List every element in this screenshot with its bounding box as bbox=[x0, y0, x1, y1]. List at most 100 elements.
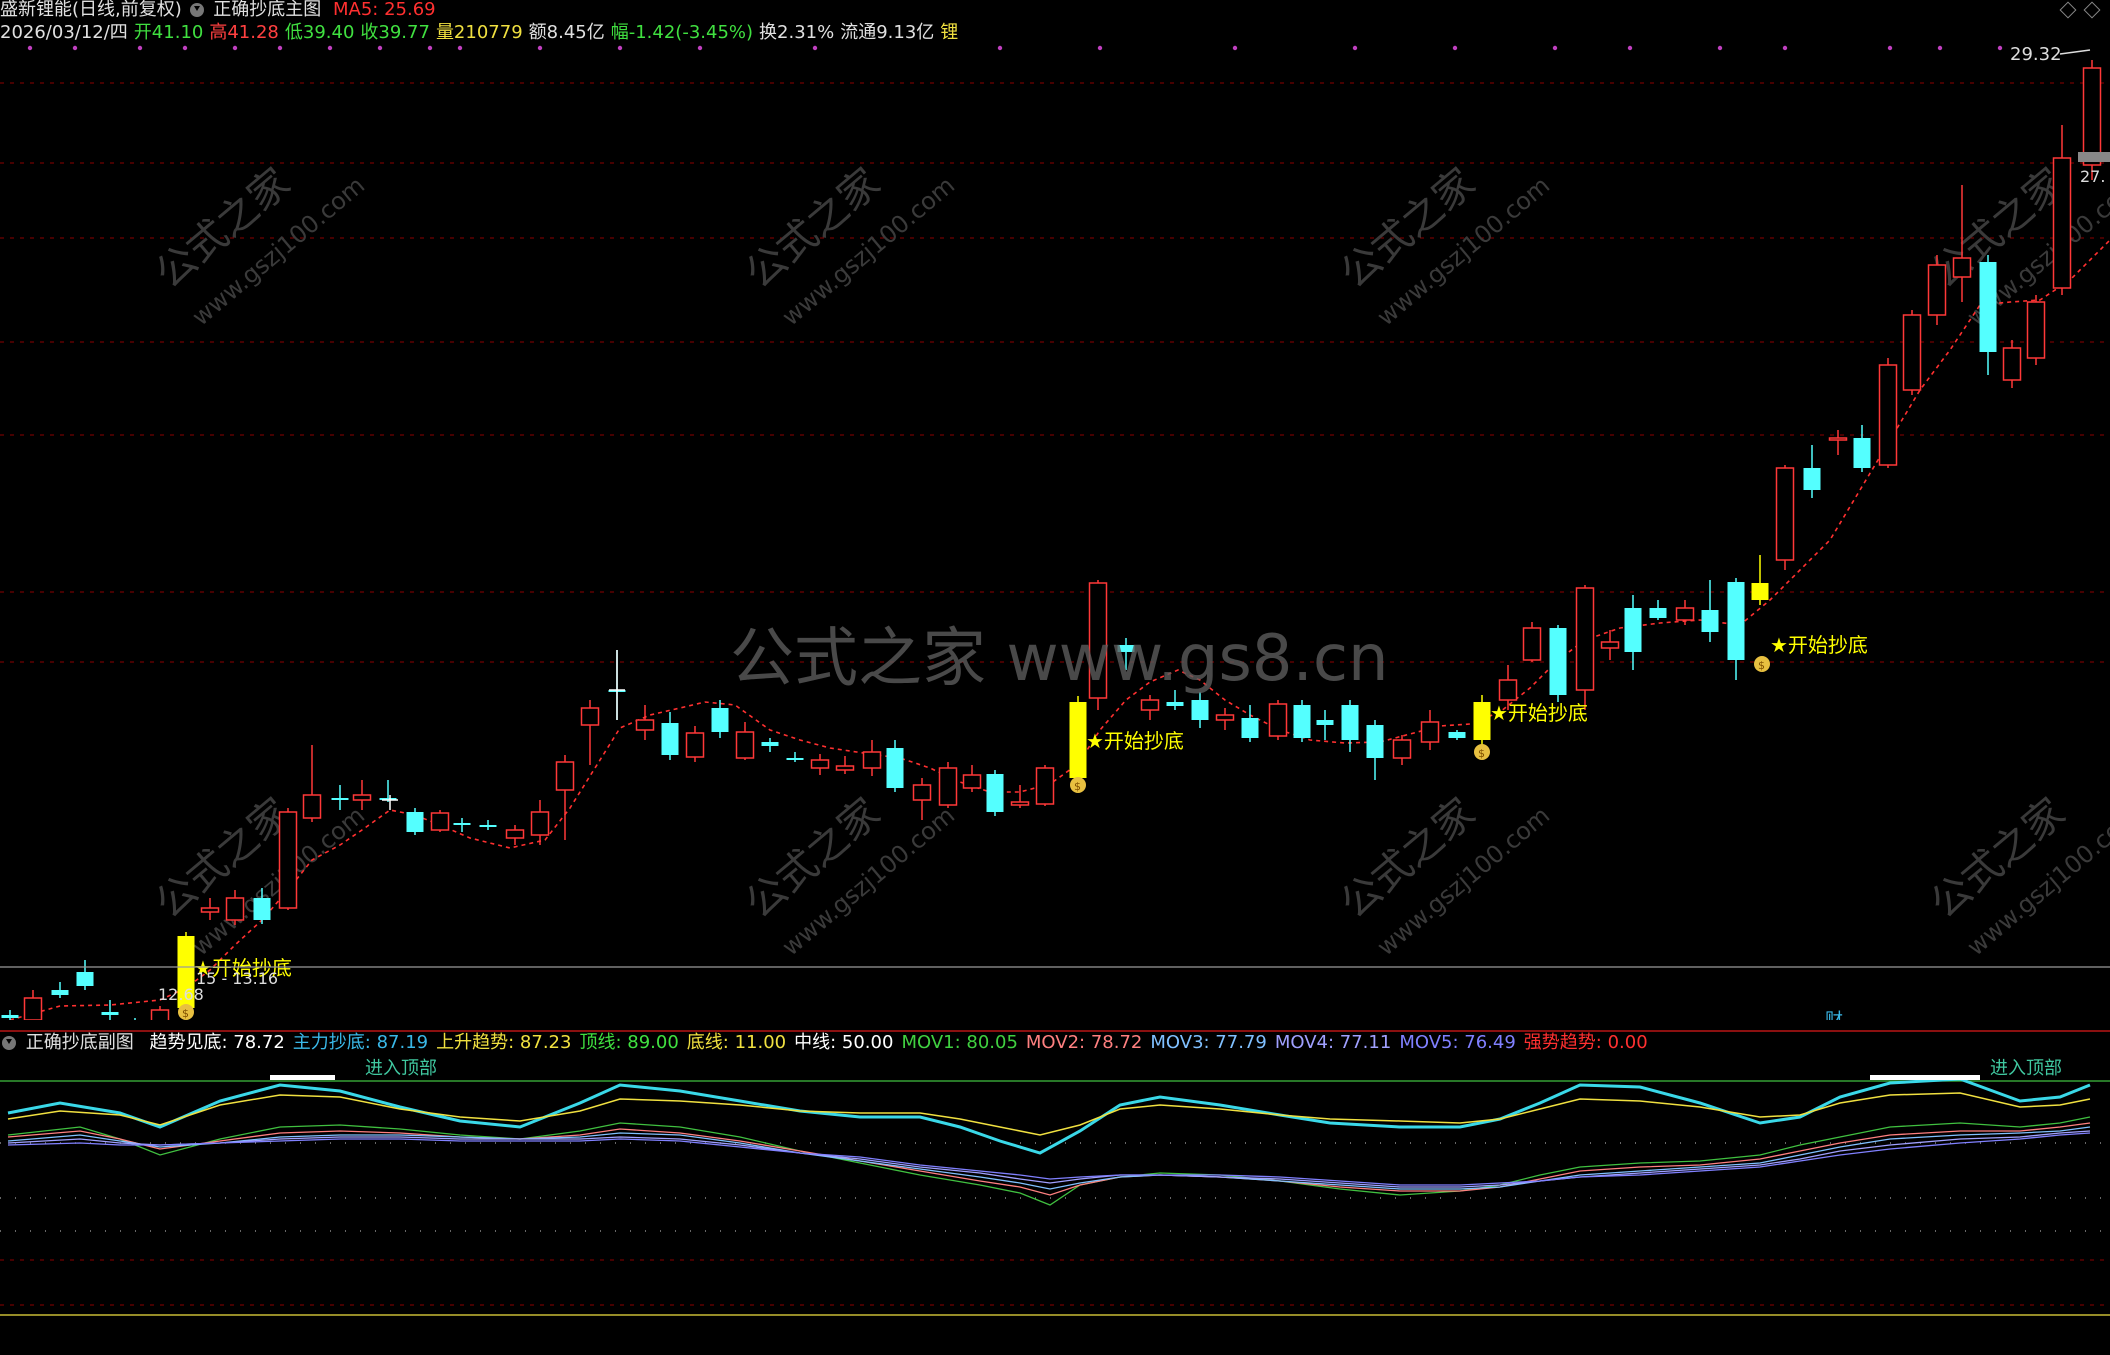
candle[interactable] bbox=[1624, 595, 1642, 670]
doji-candle[interactable] bbox=[609, 650, 625, 720]
event-dot[interactable] bbox=[1782, 45, 1788, 51]
event-dot[interactable] bbox=[327, 45, 333, 51]
main-indicator-name[interactable]: 正确抄底主图 bbox=[213, 0, 321, 20]
candle[interactable] bbox=[786, 752, 804, 762]
candle[interactable] bbox=[810, 754, 830, 775]
candle[interactable] bbox=[711, 700, 729, 738]
candle[interactable] bbox=[635, 705, 655, 740]
main-price-chart[interactable]: 公式之家www.gszj100.com 公式之家www.gszj100.com … bbox=[0, 40, 2110, 1020]
dropdown-icon[interactable] bbox=[2, 1036, 16, 1050]
candle[interactable] bbox=[1600, 630, 1620, 660]
event-dot[interactable] bbox=[377, 45, 383, 51]
candle[interactable] bbox=[379, 780, 397, 802]
event-dot[interactable] bbox=[427, 45, 433, 51]
price-cursor[interactable] bbox=[2078, 152, 2110, 162]
event-dot[interactable] bbox=[182, 45, 188, 51]
candle[interactable] bbox=[1473, 695, 1491, 745]
candle[interactable] bbox=[1701, 580, 1719, 642]
event-dot[interactable] bbox=[232, 45, 238, 51]
candle[interactable] bbox=[1448, 730, 1466, 740]
buy-signal[interactable]: $ ★开始抄底 bbox=[1754, 633, 1868, 672]
diamond-icon[interactable] bbox=[2059, 1, 2077, 19]
candle[interactable] bbox=[835, 756, 855, 774]
candle[interactable] bbox=[2052, 125, 2072, 295]
candle[interactable] bbox=[1803, 445, 1821, 498]
event-dot[interactable] bbox=[1937, 45, 1943, 51]
candle[interactable] bbox=[1775, 465, 1795, 570]
candle[interactable] bbox=[2002, 340, 2022, 388]
candle[interactable] bbox=[661, 712, 679, 760]
candle[interactable] bbox=[1392, 735, 1412, 765]
buy-signal[interactable]: $ ★开始抄底 bbox=[1474, 701, 1588, 760]
candle[interactable] bbox=[1341, 700, 1359, 752]
event-dot[interactable] bbox=[1997, 45, 2003, 51]
candle[interactable] bbox=[2026, 295, 2046, 365]
candle[interactable] bbox=[761, 738, 779, 752]
candle[interactable] bbox=[479, 820, 497, 830]
dropdown-icon[interactable] bbox=[189, 3, 204, 17]
candle[interactable] bbox=[150, 1006, 170, 1020]
event-dot[interactable] bbox=[457, 45, 463, 51]
candle[interactable] bbox=[1268, 700, 1288, 740]
candle[interactable] bbox=[555, 755, 575, 840]
candle[interactable] bbox=[1215, 708, 1235, 730]
candle[interactable] bbox=[938, 762, 958, 808]
event-dot[interactable] bbox=[617, 45, 623, 51]
candle[interactable] bbox=[76, 960, 94, 990]
candle[interactable] bbox=[51, 982, 69, 998]
event-dot[interactable] bbox=[277, 45, 283, 51]
candle[interactable] bbox=[580, 700, 600, 765]
candle[interactable] bbox=[1293, 700, 1311, 742]
candle[interactable] bbox=[1902, 310, 1922, 395]
candle[interactable] bbox=[1069, 696, 1087, 788]
candle[interactable] bbox=[278, 808, 298, 910]
candle[interactable] bbox=[1, 1010, 19, 1020]
event-dot[interactable] bbox=[1452, 45, 1458, 51]
candle[interactable] bbox=[352, 780, 372, 810]
candle[interactable] bbox=[505, 825, 525, 845]
event-dot[interactable] bbox=[1627, 45, 1633, 51]
candle[interactable] bbox=[735, 722, 755, 760]
event-dot[interactable] bbox=[1097, 45, 1103, 51]
candle[interactable] bbox=[685, 726, 705, 762]
event-dot[interactable] bbox=[997, 45, 1003, 51]
candle[interactable] bbox=[1649, 600, 1667, 620]
candle[interactable] bbox=[453, 818, 471, 832]
candle[interactable] bbox=[1927, 255, 1947, 325]
candle[interactable] bbox=[1878, 358, 1898, 468]
event-dot[interactable] bbox=[537, 45, 543, 51]
candle[interactable] bbox=[1575, 585, 1595, 710]
candle[interactable] bbox=[1366, 720, 1384, 780]
doji-candle[interactable] bbox=[382, 795, 398, 810]
event-dot[interactable] bbox=[1232, 45, 1238, 51]
candle[interactable] bbox=[1140, 695, 1160, 720]
candle[interactable] bbox=[406, 808, 424, 835]
candle[interactable] bbox=[862, 740, 882, 776]
candle[interactable] bbox=[1727, 578, 1745, 680]
sub-indicator-chart[interactable]: 进入顶部 进入顶部 bbox=[0, 1055, 2110, 1355]
event-dot[interactable] bbox=[1352, 45, 1358, 51]
event-dot[interactable] bbox=[137, 45, 143, 51]
candle[interactable] bbox=[886, 740, 904, 792]
candle[interactable] bbox=[1979, 255, 1997, 375]
event-dot[interactable] bbox=[812, 45, 818, 51]
candle[interactable] bbox=[1420, 710, 1440, 750]
stock-title[interactable]: 盛新锂能(日线,前复权) bbox=[0, 0, 182, 20]
candle[interactable] bbox=[302, 745, 322, 822]
candle[interactable] bbox=[1828, 430, 1848, 455]
candle[interactable] bbox=[1191, 692, 1209, 728]
candle[interactable] bbox=[101, 1000, 119, 1020]
candle[interactable] bbox=[430, 810, 450, 832]
candle[interactable] bbox=[1549, 625, 1567, 702]
event-dot[interactable] bbox=[27, 45, 33, 51]
candle[interactable] bbox=[1522, 622, 1542, 662]
candle[interactable] bbox=[1316, 710, 1334, 740]
candle[interactable] bbox=[1035, 765, 1055, 806]
candle[interactable] bbox=[1751, 555, 1769, 605]
event-dot[interactable] bbox=[1552, 45, 1558, 51]
candle[interactable] bbox=[127, 1018, 144, 1020]
event-dot[interactable] bbox=[72, 45, 78, 51]
candle[interactable] bbox=[962, 765, 982, 792]
event-dot[interactable] bbox=[1887, 45, 1893, 51]
buy-signal[interactable]: $ ★开始抄底 bbox=[1070, 729, 1184, 793]
